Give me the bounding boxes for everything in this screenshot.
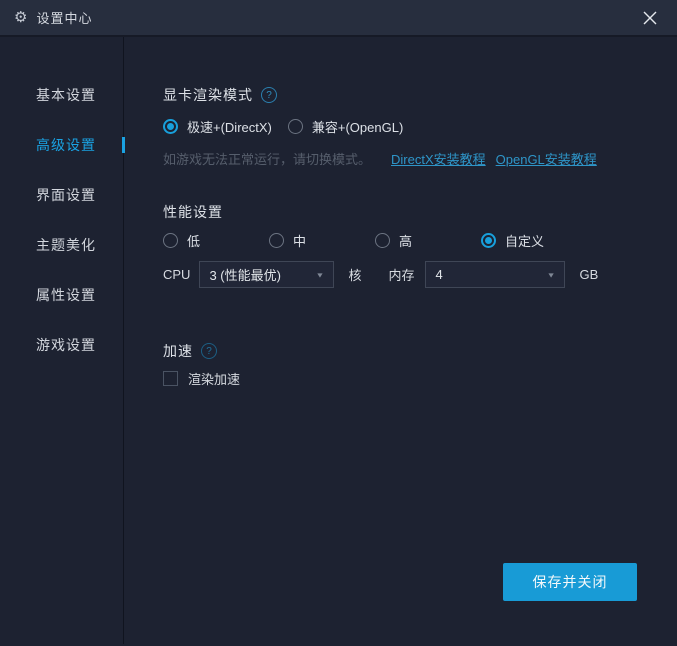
memory-label: 内存	[388, 265, 414, 284]
radio-custom[interactable]: 自定义	[481, 231, 544, 250]
radio-icon	[163, 233, 178, 248]
sidebar-item-label: 游戏设置	[36, 335, 96, 355]
directx-tutorial-link[interactable]: DirectX安装教程	[391, 149, 486, 168]
gear-icon: ⚙	[14, 10, 27, 25]
render-acceleration-checkbox[interactable]	[163, 371, 178, 386]
sidebar-item-label: 高级设置	[36, 135, 96, 155]
settings-window: ⚙ 设置中心 基本设置 高级设置 界面设置 主题美化	[0, 0, 677, 646]
sidebar-item-theme[interactable]: 主题美化	[0, 220, 123, 270]
radio-icon	[269, 233, 284, 248]
performance-section-title: 性能设置	[163, 202, 223, 222]
opengl-tutorial-link[interactable]: OpenGL安装教程	[496, 149, 597, 168]
render-acceleration-row: 渲染加速	[163, 369, 677, 388]
sidebar: 基本设置 高级设置 界面设置 主题美化 属性设置 游戏设置	[0, 37, 124, 644]
close-icon	[643, 11, 657, 25]
radio-directx[interactable]: 极速+(DirectX)	[163, 117, 272, 136]
cpu-unit-label: 核	[348, 265, 361, 284]
save-and-close-button[interactable]: 保存并关闭	[503, 563, 637, 601]
radio-label: 高	[399, 231, 412, 250]
cpu-select[interactable]: 3 (性能最优) ▼	[199, 261, 334, 288]
radio-low[interactable]: 低	[163, 231, 269, 250]
chevron-down-icon: ▼	[316, 271, 325, 279]
radio-medium[interactable]: 中	[269, 231, 375, 250]
sidebar-item-label: 主题美化	[36, 235, 96, 255]
radio-label: 自定义	[505, 231, 544, 250]
window-title: 设置中心	[36, 8, 92, 27]
radio-icon	[375, 233, 390, 248]
performance-section-header: 性能设置	[163, 202, 677, 222]
acceleration-help-icon[interactable]: ?	[201, 343, 217, 359]
cpu-label: CPU	[163, 267, 190, 282]
performance-radio-row: 低 中 高 自定义	[163, 231, 677, 250]
sidebar-item-label: 基本设置	[36, 85, 96, 105]
sidebar-item-interface[interactable]: 界面设置	[0, 170, 123, 220]
render-acceleration-label: 渲染加速	[188, 369, 240, 388]
main-content: 显卡渲染模式 ? 极速+(DirectX) 兼容+(OpenGL) 如游戏无法正…	[124, 37, 677, 644]
acceleration-section-title: 加速	[163, 341, 193, 361]
sidebar-item-properties[interactable]: 属性设置	[0, 270, 123, 320]
memory-select[interactable]: 4 ▼	[425, 261, 565, 288]
radio-icon	[288, 119, 303, 134]
cpu-memory-row: CPU 3 (性能最优) ▼ 核 内存 4 ▼ GB	[163, 261, 677, 288]
radio-high[interactable]: 高	[375, 231, 481, 250]
acceleration-section-header: 加速 ?	[163, 341, 677, 361]
titlebar: ⚙ 设置中心	[0, 0, 677, 37]
graphics-help-icon[interactable]: ?	[261, 87, 277, 103]
sidebar-item-advanced[interactable]: 高级设置	[0, 120, 123, 170]
sidebar-item-basic[interactable]: 基本设置	[0, 70, 123, 120]
radio-icon	[481, 233, 496, 248]
radio-label: 兼容+(OpenGL)	[312, 117, 403, 136]
radio-opengl[interactable]: 兼容+(OpenGL)	[288, 117, 403, 136]
chevron-down-icon: ▼	[547, 271, 556, 279]
sidebar-item-label: 属性设置	[36, 285, 96, 305]
memory-unit-label: GB	[579, 267, 598, 282]
close-button[interactable]	[637, 5, 663, 31]
radio-label: 中	[293, 231, 306, 250]
radio-label: 极速+(DirectX)	[187, 117, 272, 136]
radio-icon	[163, 119, 178, 134]
window-body: 基本设置 高级设置 界面设置 主题美化 属性设置 游戏设置	[0, 37, 677, 644]
memory-select-value: 4	[435, 267, 442, 282]
graphics-section-header: 显卡渲染模式 ?	[163, 85, 677, 105]
sidebar-item-game[interactable]: 游戏设置	[0, 320, 123, 370]
radio-label: 低	[187, 231, 200, 250]
graphics-hint-text: 如游戏无法正常运行，请切换模式。	[163, 149, 371, 168]
cpu-select-value: 3 (性能最优)	[209, 265, 281, 284]
graphics-radio-row: 极速+(DirectX) 兼容+(OpenGL)	[163, 117, 677, 136]
graphics-hint-row: 如游戏无法正常运行，请切换模式。 DirectX安装教程 OpenGL安装教程	[163, 149, 677, 168]
sidebar-item-label: 界面设置	[36, 185, 96, 205]
graphics-section-title: 显卡渲染模式	[163, 85, 253, 105]
